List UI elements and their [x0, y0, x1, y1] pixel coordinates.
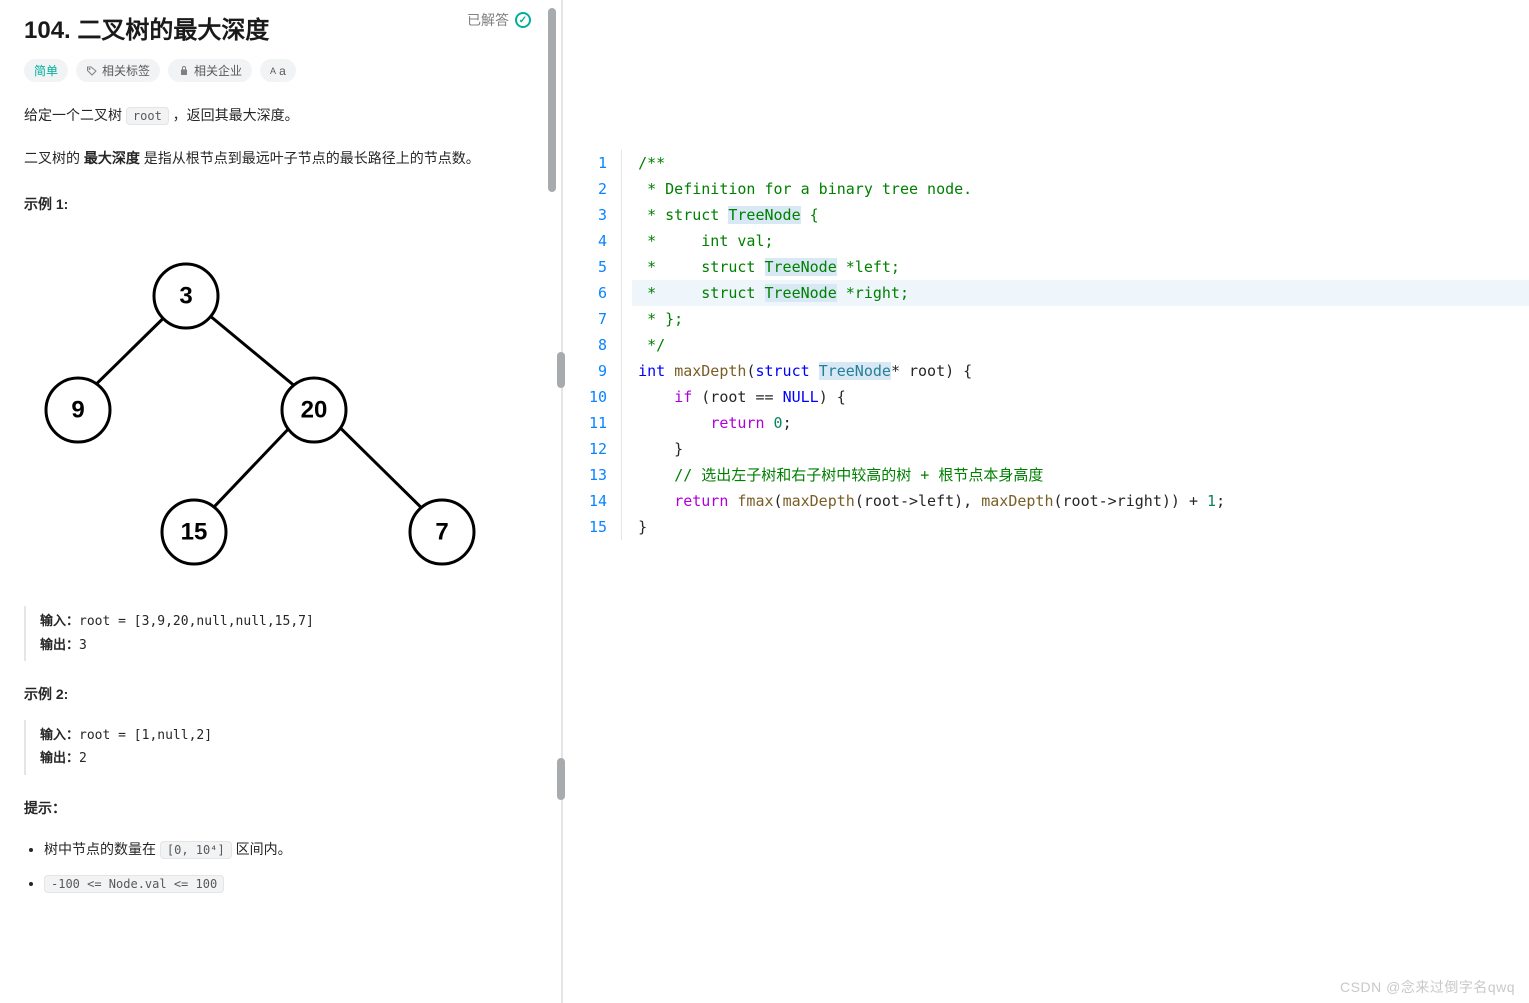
- lock-icon: [178, 65, 190, 77]
- difficulty-tag[interactable]: 简单: [24, 59, 68, 82]
- example-1-title: 示例 1:: [24, 191, 531, 218]
- hints-title: 提示：: [24, 795, 531, 822]
- problem-status: 已解答: [467, 10, 531, 30]
- svg-text:9: 9: [71, 396, 84, 423]
- code-editor[interactable]: 1 2 3 4 5 6 7 8 9 10 11 12 13 14 15 /** …: [589, 150, 1529, 540]
- problem-title: 104. 二叉树的最大深度: [24, 10, 269, 45]
- line-gutter: 1 2 3 4 5 6 7 8 9 10 11 12 13 14 15: [589, 150, 621, 540]
- companies-button[interactable]: 相关企业: [168, 59, 252, 82]
- pane-divider[interactable]: [555, 0, 569, 1003]
- code-editor-pane[interactable]: 1 2 3 4 5 6 7 8 9 10 11 12 13 14 15 /** …: [569, 0, 1529, 1003]
- problem-description: 给定一个二叉树 root ，返回其最大深度。 二叉树的 最大深度 是指从根节点到…: [24, 102, 531, 900]
- tag-row: 简单 相关标签 相关企业 Aa: [24, 59, 531, 82]
- svg-text:20: 20: [301, 396, 328, 423]
- related-tags-button[interactable]: 相关标签: [76, 59, 160, 82]
- example-2-title: 示例 2:: [24, 681, 531, 708]
- problem-description-pane[interactable]: 104. 二叉树的最大深度 已解答 简单 相关标签 相关企业 Aa 给定一个二叉…: [0, 0, 555, 1003]
- hints-list: 树中节点的数量在 [0, 10⁴] 区间内。 -100 <= Node.val …: [24, 833, 531, 900]
- example-1-block: 输入：root = [3,9,20,null,null,15,7] 输出：3: [24, 606, 531, 661]
- svg-text:7: 7: [435, 518, 448, 545]
- tag-icon: [86, 65, 98, 77]
- code-root: root: [126, 107, 169, 125]
- svg-text:3: 3: [179, 282, 192, 309]
- divider-handle[interactable]: [557, 352, 565, 388]
- svg-text:15: 15: [181, 518, 208, 545]
- hint-item: -100 <= Node.val <= 100: [44, 867, 531, 901]
- scrollbar-thumb[interactable]: [548, 8, 556, 192]
- fontsize-button[interactable]: Aa: [260, 59, 296, 82]
- tree-diagram: 3 9 20 15 7: [24, 242, 494, 572]
- hint-item: 树中节点的数量在 [0, 10⁴] 区间内。: [44, 833, 531, 867]
- check-icon: [515, 12, 531, 28]
- divider-handle[interactable]: [557, 758, 565, 800]
- code-content[interactable]: /** * Definition for a binary tree node.…: [632, 150, 1529, 540]
- example-2-block: 输入：root = [1,null,2] 输出：2: [24, 720, 531, 775]
- watermark: CSDN @念来过倒字名qwq: [1340, 977, 1515, 997]
